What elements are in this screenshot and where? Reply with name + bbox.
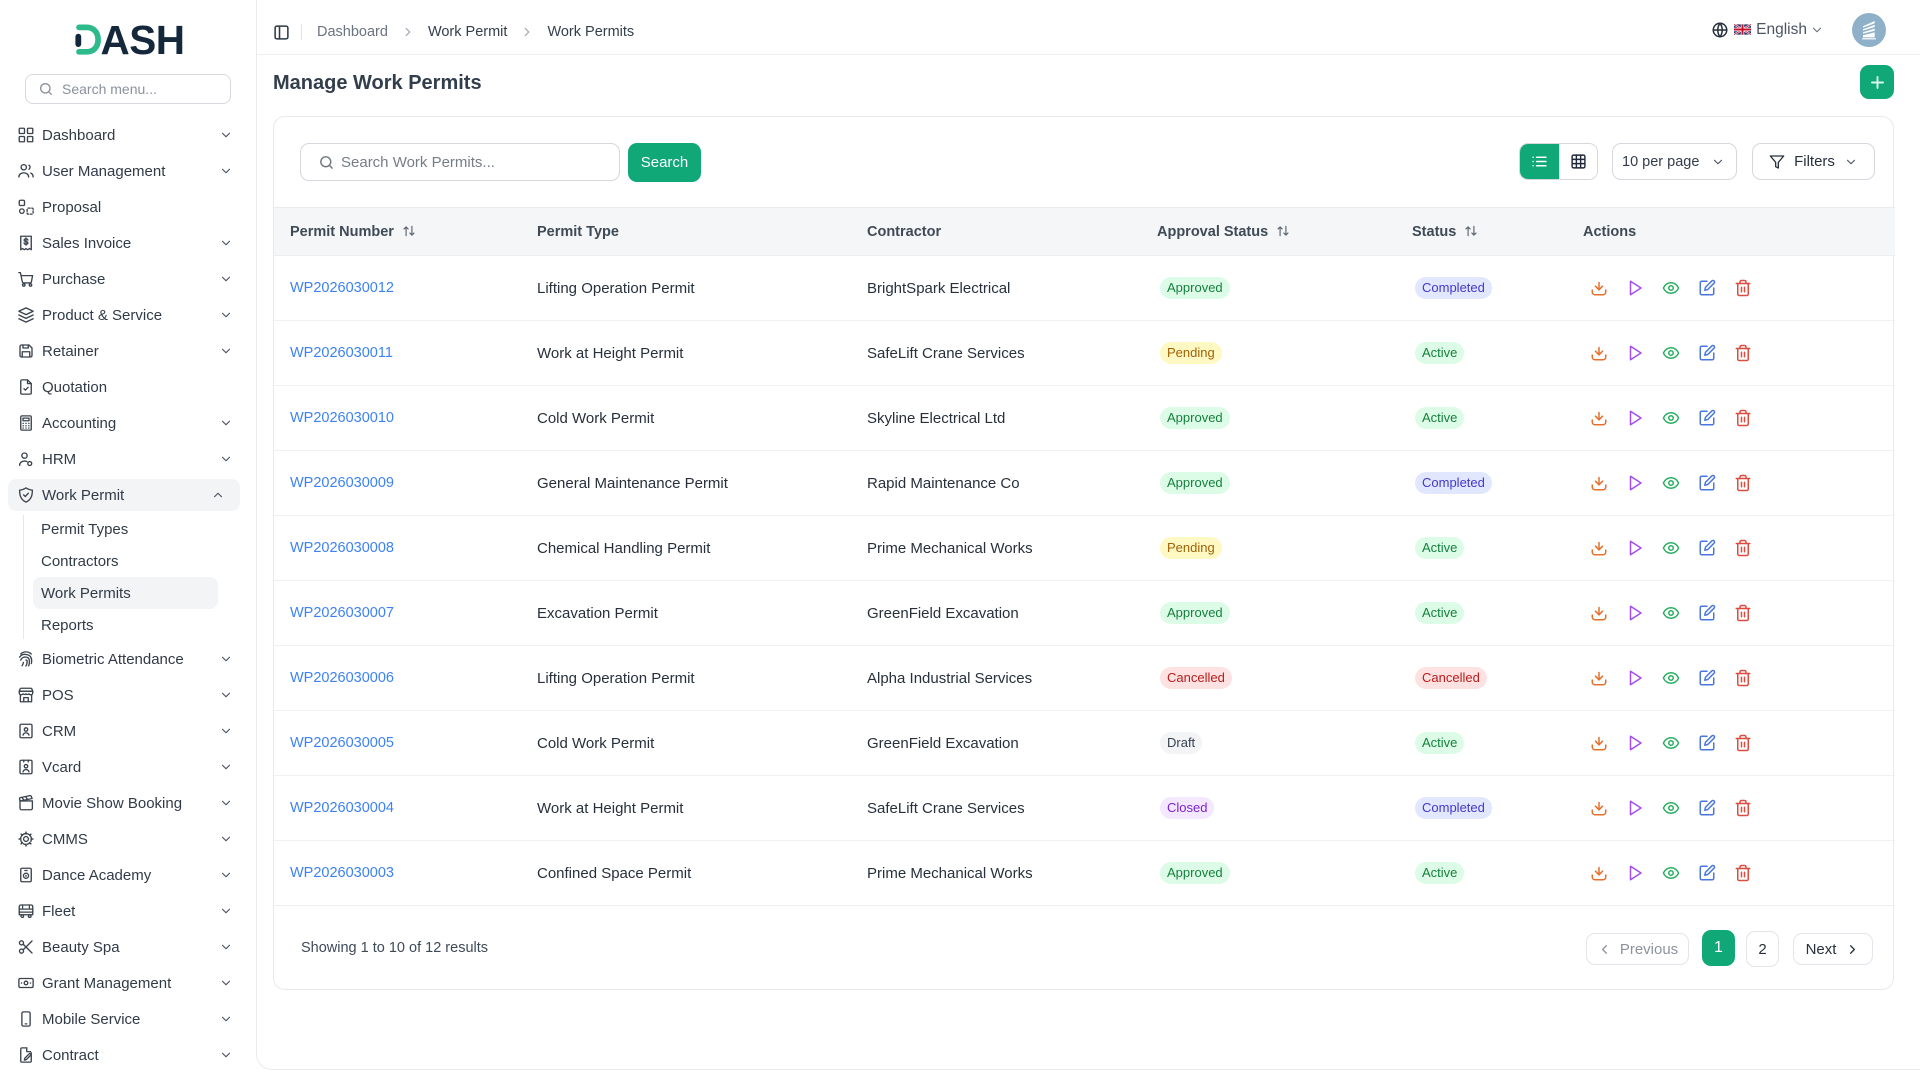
svg-text:ASH: ASH xyxy=(101,17,185,60)
